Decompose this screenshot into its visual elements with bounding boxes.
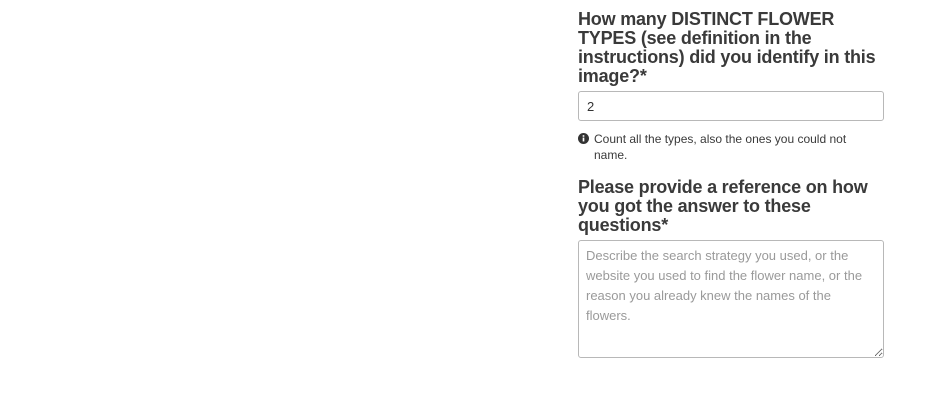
info-circle-icon xyxy=(578,133,589,144)
required-marker: * xyxy=(661,215,669,235)
question-text: How many DISTINCT FLOWER TYPES (see defi… xyxy=(578,9,876,86)
question-text: Please provide a reference on how you go… xyxy=(578,177,868,235)
question-label: Please provide a reference on how you go… xyxy=(578,178,884,235)
question-label: How many DISTINCT FLOWER TYPES (see defi… xyxy=(578,10,884,86)
question-distinct-flower-types: How many DISTINCT FLOWER TYPES (see defi… xyxy=(578,10,884,163)
question-reference: Please provide a reference on how you go… xyxy=(578,178,884,358)
help-text: Count all the types, also the ones you c… xyxy=(594,132,847,162)
flower-types-count-input[interactable] xyxy=(578,91,884,121)
survey-form: How many DISTINCT FLOWER TYPES (see defi… xyxy=(578,10,884,358)
reference-textarea[interactable] xyxy=(578,240,884,358)
help-hint: Count all the types, also the ones you c… xyxy=(578,131,884,163)
required-marker: * xyxy=(639,66,647,86)
